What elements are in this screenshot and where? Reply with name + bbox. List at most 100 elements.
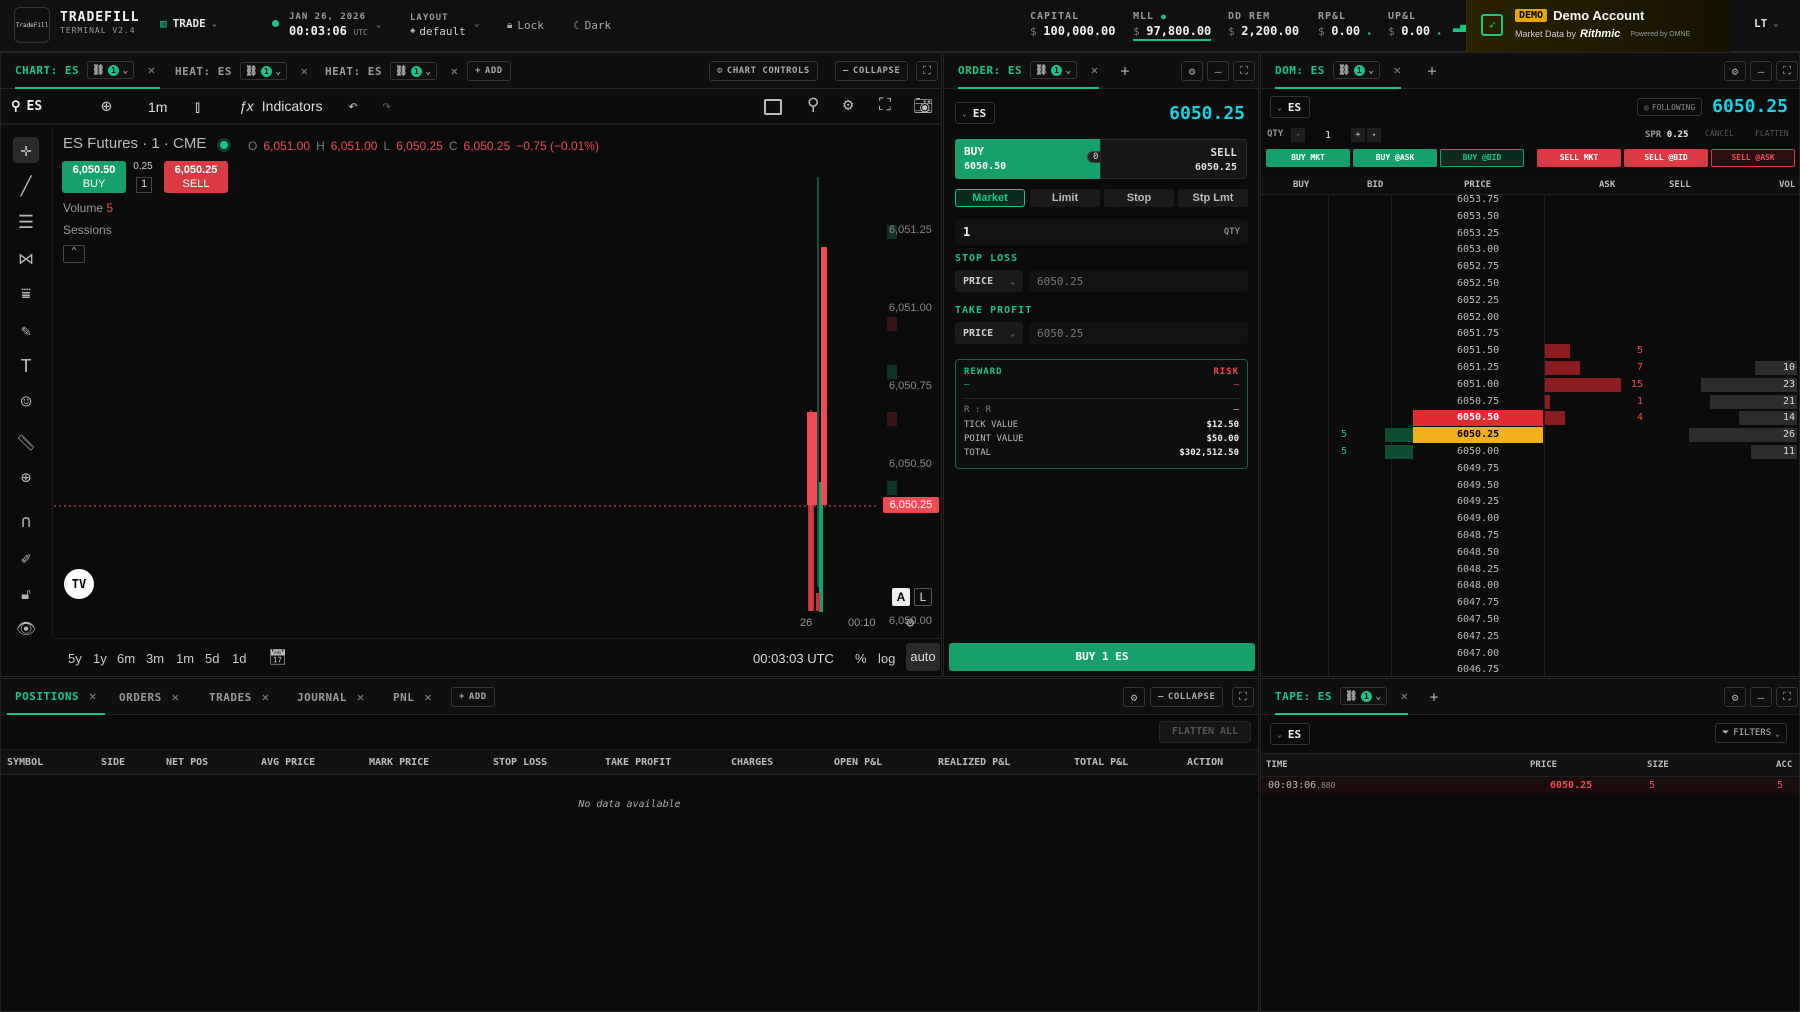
- range-1m[interactable]: 1m: [176, 651, 194, 666]
- tab-positions[interactable]: POSITIONS ✕: [7, 679, 105, 715]
- dom-row[interactable]: 6051.75: [1261, 326, 1799, 343]
- tab-tape-es[interactable]: TAPE: ES ⛓ 1 ⌄ ✕: [1275, 679, 1409, 715]
- order-type-market[interactable]: Market: [955, 189, 1025, 207]
- dom-symbol-selector[interactable]: ⌄ ES: [1270, 96, 1310, 118]
- dom-row[interactable]: 6048.00: [1261, 578, 1799, 595]
- order-type-stop-limit[interactable]: Stp Lmt: [1178, 189, 1248, 207]
- close-icon[interactable]: ✕: [424, 690, 432, 704]
- dom-row[interactable]: 6046.75: [1261, 662, 1799, 676]
- order-sell-side[interactable]: SELL 6050.25: [1100, 139, 1247, 179]
- zoom-in-icon[interactable]: ⊕: [13, 465, 39, 491]
- close-icon[interactable]: ✕: [301, 64, 309, 78]
- auto-scale-button[interactable]: auto: [906, 643, 940, 671]
- collapse-button[interactable]: — COLLAPSE: [835, 61, 909, 81]
- redo-icon[interactable]: ↷: [382, 96, 392, 115]
- minus-icon[interactable]: -: [1291, 128, 1305, 142]
- tab-orders[interactable]: ORDERS ✕: [119, 679, 179, 715]
- link-group-selector[interactable]: ⛓ 1 ⌄: [239, 62, 287, 80]
- sell-at-ask-button[interactable]: SELL @ASK: [1711, 149, 1795, 167]
- mode-selector[interactable]: ▥ TRADE ⌄: [160, 17, 217, 30]
- chevron-down-icon[interactable]: ▾: [1367, 128, 1381, 142]
- tape-row[interactable]: 00:03:06.880 6050.25 5 5: [1261, 777, 1799, 795]
- dom-row[interactable]: 6053.25: [1261, 226, 1799, 243]
- close-icon[interactable]: ✕: [172, 690, 180, 704]
- eye-icon[interactable]: 👁︎: [13, 615, 39, 641]
- following-toggle[interactable]: ◎ FOLLOWING: [1637, 98, 1703, 116]
- add-tab-icon[interactable]: +: [1423, 687, 1445, 707]
- dom-row[interactable]: 6052.50: [1261, 276, 1799, 293]
- percent-scale-button[interactable]: %: [855, 651, 867, 666]
- range-5y[interactable]: 5y: [68, 651, 82, 666]
- account-card[interactable]: ➶ DEMO Demo Account Market Data by Rithm…: [1466, 0, 1730, 52]
- stay-drawing-icon[interactable]: ✐: [13, 545, 39, 571]
- dom-row[interactable]: 6049.75: [1261, 461, 1799, 478]
- maximize-icon[interactable]: ⛶: [1776, 61, 1798, 81]
- undo-icon[interactable]: ↶: [348, 96, 358, 115]
- quick-search-icon[interactable]: ⚲: [807, 95, 819, 115]
- range-1d[interactable]: 1d: [232, 651, 246, 666]
- close-icon[interactable]: ✕: [1091, 63, 1099, 77]
- dom-row[interactable]: 6049.25: [1261, 494, 1799, 511]
- lock-button[interactable]: 🔒︎ Lock: [507, 19, 544, 32]
- gear-icon[interactable]: ⚙: [1724, 61, 1746, 81]
- camera-icon[interactable]: 📷︎: [913, 96, 933, 115]
- minimize-icon[interactable]: —: [1750, 61, 1772, 81]
- dom-row[interactable]: 6050.25 5 26: [1261, 427, 1799, 444]
- tradingview-logo-icon[interactable]: TV: [64, 569, 94, 599]
- close-icon[interactable]: ✕: [451, 64, 459, 78]
- sl-mode-selector[interactable]: PRICE ⌄: [955, 270, 1023, 292]
- dom-row[interactable]: 6048.75: [1261, 528, 1799, 545]
- order-qty-input[interactable]: 1 QTY: [955, 219, 1248, 245]
- datetime-selector[interactable]: JAN 26, 2026 00:03:06 UTC ⌄: [272, 10, 381, 40]
- fullscreen-icon[interactable]: ⛶: [879, 95, 891, 115]
- order-symbol-selector[interactable]: ⌄ ES: [955, 102, 995, 124]
- dom-row[interactable]: 6049.00: [1261, 511, 1799, 528]
- log-scale-button[interactable]: log: [878, 651, 895, 666]
- gear-icon[interactable]: ⚙: [1123, 687, 1145, 707]
- dom-row[interactable]: 6047.50: [1261, 612, 1799, 629]
- range-3m[interactable]: 3m: [146, 651, 164, 666]
- dom-row[interactable]: 6048.50: [1261, 545, 1799, 562]
- crosshair-icon[interactable]: ✛: [13, 137, 39, 163]
- gear-icon[interactable]: ⚙: [1724, 687, 1746, 707]
- close-icon[interactable]: ✕: [89, 689, 97, 703]
- close-icon[interactable]: ✕: [357, 690, 365, 704]
- tab-order-es[interactable]: ORDER: ES ⛓ 1 ⌄ ✕: [958, 53, 1099, 89]
- app-logo[interactable]: TradeFill: [14, 7, 50, 43]
- submit-order-button[interactable]: BUY 1 ES: [949, 643, 1255, 671]
- chart-controls-button[interactable]: ⚙ CHART CONTROLS: [709, 61, 818, 81]
- dom-row[interactable]: 6051.25 7 10: [1261, 360, 1799, 377]
- text-icon[interactable]: T: [13, 353, 39, 379]
- dom-row[interactable]: 6047.75: [1261, 595, 1799, 612]
- range-1y[interactable]: 1y: [93, 651, 107, 666]
- tape-filters-button[interactable]: ⏷ FILTERS ⌄: [1715, 723, 1787, 743]
- axis-settings-icon[interactable]: ⚙: [906, 615, 914, 631]
- close-icon[interactable]: ✕: [262, 690, 270, 704]
- order-buy-side[interactable]: BUY 6050.50: [955, 139, 1100, 179]
- symbol-search[interactable]: ⚲ ES: [11, 99, 42, 114]
- tape-symbol-selector[interactable]: ⌄ ES: [1270, 723, 1310, 745]
- add-tab-button[interactable]: + ADD: [467, 61, 511, 81]
- dom-row[interactable]: 6051.00 15 23: [1261, 377, 1799, 394]
- sl-price-input[interactable]: 6050.25: [1029, 270, 1248, 292]
- dom-row[interactable]: 6053.00: [1261, 242, 1799, 259]
- buy-at-bid-button[interactable]: BUY @BID: [1440, 149, 1524, 167]
- dom-row[interactable]: 6050.75 1 21: [1261, 394, 1799, 411]
- dom-row[interactable]: 6051.50 5: [1261, 343, 1799, 360]
- dom-row[interactable]: 6053.50: [1261, 209, 1799, 226]
- buy-mkt-button[interactable]: BUY MKT: [1266, 149, 1350, 167]
- gear-icon[interactable]: ⚙: [1181, 61, 1203, 81]
- dom-row[interactable]: 6052.25: [1261, 293, 1799, 310]
- user-menu[interactable]: LT ⌄: [1754, 17, 1779, 30]
- dom-row[interactable]: 6053.75: [1261, 195, 1799, 209]
- close-icon[interactable]: ✕: [1394, 63, 1402, 77]
- layout-selector[interactable]: LAYOUT ◈ default ⌄: [410, 12, 479, 38]
- add-tab-button[interactable]: + ADD: [451, 687, 495, 707]
- tp-mode-selector[interactable]: PRICE ⌄: [955, 322, 1023, 344]
- dom-row[interactable]: 6047.25: [1261, 629, 1799, 646]
- maximize-icon[interactable]: ⛶: [916, 61, 938, 81]
- tp-price-input[interactable]: 6050.25: [1029, 322, 1248, 344]
- order-type-limit[interactable]: Limit: [1030, 189, 1100, 207]
- buy-at-ask-button[interactable]: BUY @ASK: [1353, 149, 1437, 167]
- date-range-icon[interactable]: 📅︎: [268, 648, 287, 666]
